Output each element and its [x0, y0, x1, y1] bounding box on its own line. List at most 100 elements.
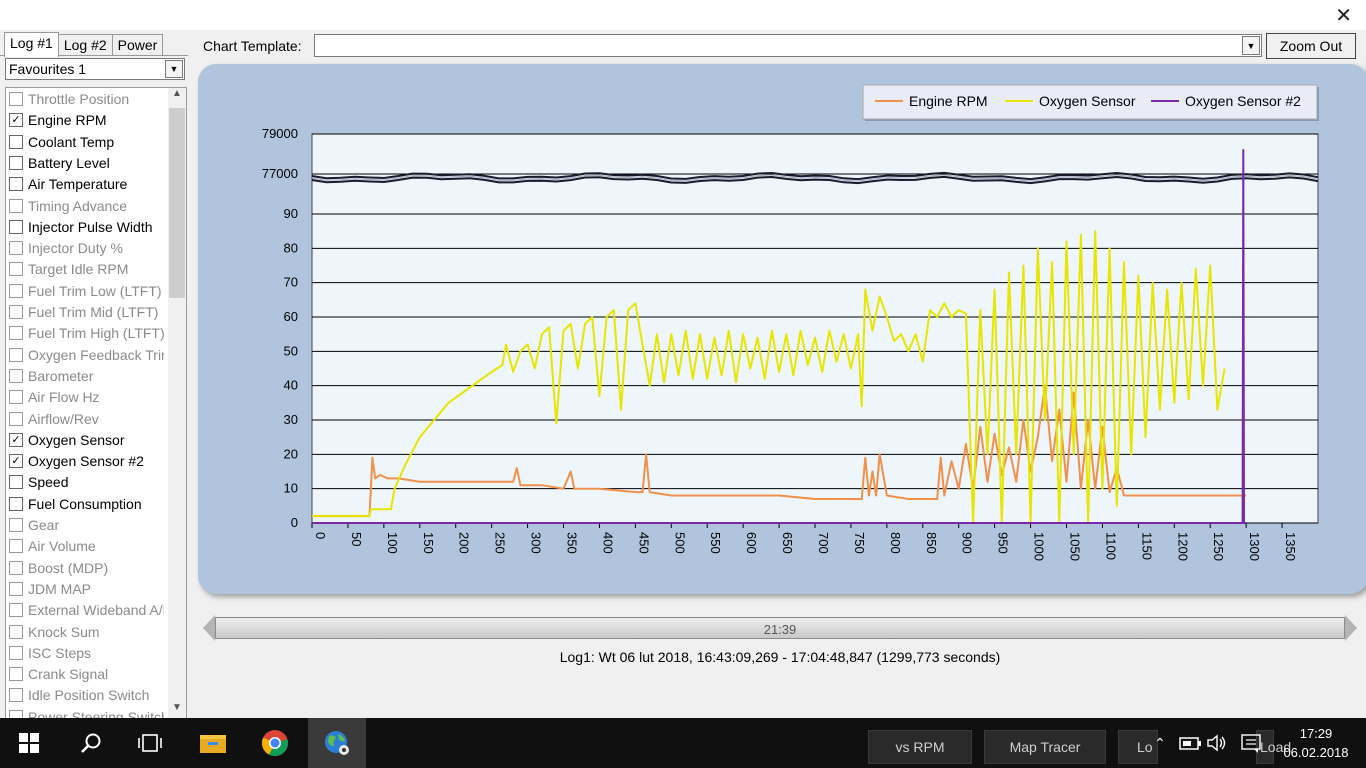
- param-item[interactable]: Target Idle RPM: [9, 259, 164, 279]
- tab-power[interactable]: Power: [111, 34, 164, 56]
- param-item[interactable]: Throttle Position: [9, 89, 164, 109]
- param-item[interactable]: Oxygen Feedback Trim: [9, 345, 164, 365]
- param-checkbox[interactable]: [9, 518, 23, 532]
- param-item[interactable]: ✓ Oxygen Sensor: [9, 430, 164, 450]
- param-item[interactable]: Crank Signal: [9, 664, 164, 684]
- chevron-down-icon[interactable]: ▼: [1242, 36, 1260, 55]
- volume-icon[interactable]: [1206, 734, 1228, 752]
- param-checkbox[interactable]: [9, 368, 23, 383]
- vs-rpm-button[interactable]: vs RPM: [868, 730, 972, 764]
- param-checkbox[interactable]: [9, 262, 23, 277]
- y-tick-label: 60: [284, 309, 298, 324]
- param-checkbox[interactable]: [9, 539, 23, 554]
- battery-icon[interactable]: [1178, 734, 1202, 752]
- param-item[interactable]: Air Temperature: [9, 174, 164, 194]
- param-item[interactable]: Idle Position Switch: [9, 685, 164, 705]
- map-tracer-button[interactable]: Map Tracer: [984, 730, 1106, 764]
- param-checkbox[interactable]: [9, 496, 23, 511]
- param-checkbox[interactable]: [9, 198, 23, 213]
- param-checkbox[interactable]: [9, 603, 23, 618]
- chart[interactable]: 0 10 20 30 40 50 60 70 80 90 77000 79000 0 50 100 150 20…: [198, 64, 1366, 594]
- param-checkbox[interactable]: [9, 624, 23, 639]
- x-tick-label: 50: [349, 532, 364, 546]
- time-slider[interactable]: 21:39: [203, 615, 1357, 641]
- param-item[interactable]: Gear: [9, 515, 164, 535]
- param-item[interactable]: Timing Advance: [9, 196, 164, 216]
- param-item[interactable]: Speed: [9, 472, 164, 492]
- param-item[interactable]: Injector Duty %: [9, 238, 164, 258]
- start-button[interactable]: [0, 718, 58, 768]
- param-checkbox[interactable]: [9, 92, 23, 106]
- param-item[interactable]: ISC Steps: [9, 643, 164, 663]
- param-checkbox[interactable]: [9, 155, 23, 170]
- param-item[interactable]: Barometer: [9, 366, 164, 386]
- param-item[interactable]: JDM MAP: [9, 579, 164, 599]
- param-checkbox[interactable]: [9, 305, 23, 319]
- param-item[interactable]: Coolant Temp: [9, 132, 164, 152]
- x-tick-label: 200: [457, 532, 472, 554]
- plot-area: [311, 133, 1319, 524]
- param-checkbox[interactable]: [9, 219, 23, 234]
- chart-template-dropdown[interactable]: ▼: [314, 34, 1262, 57]
- param-item[interactable]: Air Volume: [9, 536, 164, 556]
- param-checkbox[interactable]: [9, 134, 23, 149]
- param-checkbox[interactable]: [9, 390, 23, 405]
- param-item[interactable]: Battery Level: [9, 153, 164, 173]
- param-item[interactable]: Fuel Consumption: [9, 494, 164, 514]
- param-label: Barometer: [28, 367, 94, 384]
- param-checkbox[interactable]: [9, 475, 23, 490]
- param-item[interactable]: Fuel Trim High (LTFT): [9, 323, 164, 343]
- slider-left-arrow-icon[interactable]: [203, 615, 215, 641]
- param-item[interactable]: Fuel Trim Mid (LTFT): [9, 302, 164, 322]
- param-item[interactable]: ✓ Engine RPM: [9, 110, 164, 130]
- chevron-up-icon[interactable]: ⌃: [1150, 735, 1170, 752]
- param-checkbox[interactable]: ✓: [9, 432, 23, 447]
- param-checkbox[interactable]: [9, 347, 23, 362]
- notification-icon[interactable]: [1240, 733, 1262, 753]
- param-item[interactable]: Air Flow Hz: [9, 387, 164, 407]
- param-checkbox[interactable]: [9, 667, 23, 682]
- favourites-dropdown[interactable]: Favourites 1 ▼: [5, 58, 185, 80]
- chrome-button[interactable]: [246, 718, 304, 768]
- close-icon[interactable]: ✕: [1335, 3, 1352, 27]
- param-checkbox[interactable]: [9, 326, 23, 341]
- param-checkbox[interactable]: [9, 411, 23, 426]
- clock[interactable]: 17:29 06.02.2018: [1276, 724, 1356, 762]
- param-checkbox[interactable]: [9, 177, 23, 192]
- param-checkbox[interactable]: [9, 241, 23, 256]
- param-item[interactable]: Injector Pulse Width: [9, 217, 164, 237]
- param-item[interactable]: Knock Sum: [9, 622, 164, 642]
- slider-track[interactable]: 21:39: [215, 617, 1345, 639]
- chevron-down-icon[interactable]: ▼: [165, 60, 183, 78]
- param-label: Injector Pulse Width: [28, 218, 153, 235]
- scroll-up-icon[interactable]: ▲: [168, 88, 186, 106]
- x-tick-label: 850: [924, 532, 939, 554]
- param-item[interactable]: Boost (MDP): [9, 558, 164, 578]
- explorer-button[interactable]: [184, 718, 242, 768]
- search-button[interactable]: [62, 718, 120, 768]
- param-checkbox[interactable]: ✓: [9, 454, 23, 469]
- slider-right-arrow-icon[interactable]: [1345, 615, 1357, 641]
- param-checkbox[interactable]: [9, 283, 23, 298]
- param-item[interactable]: Airflow/Rev: [9, 409, 164, 429]
- tab-log-1[interactable]: Log #1: [4, 32, 59, 57]
- title-bar: ✕: [0, 0, 1366, 30]
- y-tick-label: 10: [284, 481, 298, 496]
- param-checkbox[interactable]: [9, 688, 23, 703]
- evoscan-button[interactable]: [308, 718, 366, 768]
- param-item[interactable]: External Wideband A/F: [9, 600, 164, 620]
- task-view-button[interactable]: [122, 718, 178, 768]
- x-tick-label: 750: [852, 532, 867, 554]
- tab-log-2[interactable]: Log #2: [57, 34, 113, 56]
- param-item[interactable]: Fuel Trim Low (LTFT): [9, 281, 164, 301]
- param-checkbox[interactable]: ✓: [9, 113, 23, 128]
- param-label: Idle Position Switch: [28, 687, 150, 704]
- param-checkbox[interactable]: [9, 560, 23, 575]
- param-checkbox[interactable]: [9, 581, 23, 596]
- param-checkbox[interactable]: [9, 645, 23, 660]
- param-scrollbar[interactable]: ▲ ▼: [168, 88, 186, 720]
- param-item[interactable]: ✓ Oxygen Sensor #2: [9, 451, 164, 471]
- param-label: Crank Signal: [28, 666, 109, 683]
- zoom-out-button[interactable]: Zoom Out: [1266, 33, 1356, 59]
- scrollbar-thumb[interactable]: [169, 108, 185, 298]
